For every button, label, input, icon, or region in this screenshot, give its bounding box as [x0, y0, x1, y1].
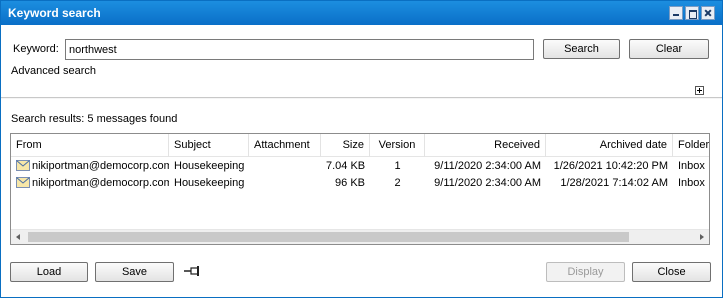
cell-folder: Inbox [678, 160, 705, 172]
maximize-button[interactable] [685, 6, 699, 20]
mail-icon [16, 159, 30, 171]
cell-attachment [249, 158, 321, 175]
results-count: Search results: 5 messages found [11, 113, 178, 125]
table-row[interactable]: nikiportman@democorp.com Housekeeping 96… [11, 175, 709, 192]
close-button[interactable]: Close [632, 262, 711, 282]
from-address: nikiportman@democorp.com [32, 160, 169, 172]
save-button[interactable]: Save [95, 262, 174, 282]
column-header-from[interactable]: From [11, 134, 169, 157]
grid-header: From Subject Attachment Size Version Rec… [11, 134, 709, 157]
column-header-archived-date[interactable]: Archived date [546, 134, 673, 157]
cell-subject: Housekeeping [174, 160, 245, 172]
cell-size: 7.04 KB [326, 160, 366, 172]
search-button[interactable]: Search [543, 39, 620, 59]
column-header-subject[interactable]: Subject [169, 134, 249, 157]
from-address: nikiportman@democorp.com [32, 177, 169, 189]
cell-archived-date: 1/26/2021 10:42:20 PM [553, 160, 668, 172]
load-button[interactable]: Load [10, 262, 88, 282]
column-header-folder[interactable]: Folder [673, 134, 709, 157]
scroll-left-icon[interactable] [11, 230, 27, 244]
divider [1, 97, 722, 99]
results-grid: From Subject Attachment Size Version Rec… [10, 133, 710, 245]
cell-attachment [249, 175, 321, 192]
scrollbar-thumb[interactable] [28, 232, 629, 242]
keyword-label: Keyword: [13, 43, 59, 55]
expand-icon[interactable] [695, 86, 704, 95]
column-header-received[interactable]: Received [425, 134, 546, 157]
column-header-version[interactable]: Version [370, 134, 425, 157]
cell-subject: Housekeeping [174, 177, 245, 189]
cell-version: 2 [394, 177, 401, 189]
advanced-search-link[interactable]: Advanced search [11, 65, 96, 77]
cell-from: nikiportman@democorp.com [11, 175, 169, 192]
cell-received: 9/11/2020 2:34:00 AM [434, 160, 541, 172]
keyword-search-window: Keyword search Keyword: Search Clear Adv… [0, 0, 723, 298]
column-header-size[interactable]: Size [321, 134, 370, 157]
cell-from: nikiportman@democorp.com [11, 158, 169, 175]
horizontal-scrollbar[interactable] [11, 229, 709, 244]
cell-received: 9/11/2020 2:34:00 AM [434, 177, 541, 189]
cell-size: 96 KB [335, 177, 365, 189]
close-window-button[interactable] [701, 6, 715, 20]
pin-icon[interactable] [184, 265, 202, 277]
cell-folder: Inbox [678, 177, 705, 189]
minimize-button[interactable] [669, 6, 683, 20]
keyword-input[interactable] [65, 39, 534, 60]
clear-button[interactable]: Clear [629, 39, 709, 59]
scroll-right-icon[interactable] [693, 230, 709, 244]
cell-archived-date: 1/28/2021 7:14:02 AM [560, 177, 668, 189]
column-header-attachment[interactable]: Attachment [249, 134, 321, 157]
table-row[interactable]: nikiportman@democorp.com Housekeeping 7.… [11, 158, 709, 175]
title-bar: Keyword search [1, 1, 722, 25]
window-title: Keyword search [8, 6, 101, 20]
mail-icon [16, 176, 30, 188]
display-button[interactable]: Display [546, 262, 625, 282]
cell-version: 1 [394, 160, 401, 172]
